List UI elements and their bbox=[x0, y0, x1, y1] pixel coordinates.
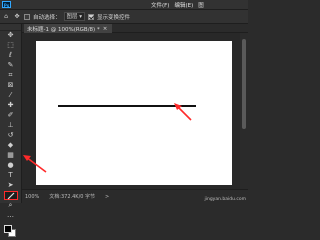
color-swatches bbox=[0, 223, 21, 239]
drawn-line-shape[interactable] bbox=[58, 105, 196, 107]
watermark-text: jingyan.baidu.com bbox=[204, 197, 246, 202]
document-tab-title: 未标题-1 @ 100%(RGB/8) * bbox=[27, 26, 100, 33]
vertical-scrollbar[interactable] bbox=[240, 33, 248, 189]
type-tool-icon[interactable]: T bbox=[4, 171, 18, 180]
menu-image[interactable]: 图 bbox=[198, 1, 204, 9]
document-info: 文档:372.4K/0 字节 bbox=[49, 194, 96, 200]
gradient-tool-icon[interactable]: ▦ bbox=[4, 151, 18, 160]
marquee-tool-icon[interactable]: ⬚ bbox=[4, 41, 18, 50]
workspace-area bbox=[22, 33, 240, 189]
history-brush-tool-icon[interactable]: ↺ bbox=[4, 131, 18, 140]
menu-file[interactable]: 文件(F) bbox=[151, 1, 169, 9]
status-menu-arrow-icon[interactable]: > bbox=[105, 194, 109, 200]
move-tool-icon[interactable]: ✥ bbox=[4, 31, 18, 40]
title-bar: Ps 文件(F) 编辑(E) 图 bbox=[0, 0, 248, 9]
home-icon[interactable]: ⌂ bbox=[2, 13, 10, 21]
path-select-tool-icon[interactable]: ➤ bbox=[4, 181, 18, 190]
menu-edit[interactable]: 编辑(E) bbox=[174, 1, 193, 9]
move-tool-preset-icon[interactable]: ✥ bbox=[13, 13, 21, 21]
eraser-tool-icon[interactable]: ◆ bbox=[4, 141, 18, 150]
layer-select-dropdown[interactable]: 图层 ▾ bbox=[63, 12, 86, 21]
show-transform-label: 显示变换控件 bbox=[97, 14, 131, 21]
foreground-color-swatch[interactable] bbox=[4, 225, 12, 233]
tools-panel: ✥ ⬚ ℓ ✎ ⌗ ⊠ ⁄ ✚ ✐ ⊥ ↺ ◆ ▦ ● T ➤ ⌕ … bbox=[0, 24, 22, 237]
document-tab[interactable]: 未标题-1 @ 100%(RGB/8) * × bbox=[24, 24, 112, 33]
quick-select-tool-icon[interactable]: ✎ bbox=[4, 61, 18, 70]
eyedropper-tool-icon[interactable]: ⁄ bbox=[4, 91, 18, 100]
auto-select-checkbox[interactable] bbox=[24, 13, 30, 20]
line-tool-icon[interactable] bbox=[3, 191, 18, 200]
lasso-tool-icon[interactable]: ℓ bbox=[4, 51, 18, 60]
frame-tool-icon[interactable]: ⊠ bbox=[4, 81, 18, 90]
document-canvas[interactable] bbox=[36, 41, 232, 185]
more-tools-icon[interactable]: … bbox=[4, 211, 18, 220]
document-tab-bar: 未标题-1 @ 100%(RGB/8) * × bbox=[22, 24, 248, 33]
photoshop-logo-icon: Ps bbox=[2, 1, 11, 8]
options-bar: ⌂ ✥ 自动选择： 图层 ▾ 显示变换控件 bbox=[0, 9, 248, 24]
show-transform-checkbox[interactable] bbox=[88, 13, 95, 20]
zoom-tool-icon[interactable]: ⌕ bbox=[4, 201, 18, 210]
line-glyph-icon bbox=[7, 192, 14, 199]
auto-select-label: 自动选择： bbox=[33, 14, 61, 21]
close-tab-icon[interactable]: × bbox=[103, 26, 108, 32]
toolbar-handle[interactable] bbox=[0, 24, 21, 31]
healing-brush-tool-icon[interactable]: ✚ bbox=[4, 101, 18, 110]
scrollbar-thumb[interactable] bbox=[242, 39, 246, 129]
crop-tool-icon[interactable]: ⌗ bbox=[4, 71, 18, 80]
brush-tool-icon[interactable]: ✐ bbox=[4, 111, 18, 120]
clone-stamp-tool-icon[interactable]: ⊥ bbox=[4, 121, 18, 130]
menu-bar: 文件(F) 编辑(E) 图 bbox=[151, 1, 204, 9]
zoom-level[interactable]: 100% bbox=[25, 194, 39, 200]
blur-tool-icon[interactable]: ● bbox=[4, 161, 18, 170]
